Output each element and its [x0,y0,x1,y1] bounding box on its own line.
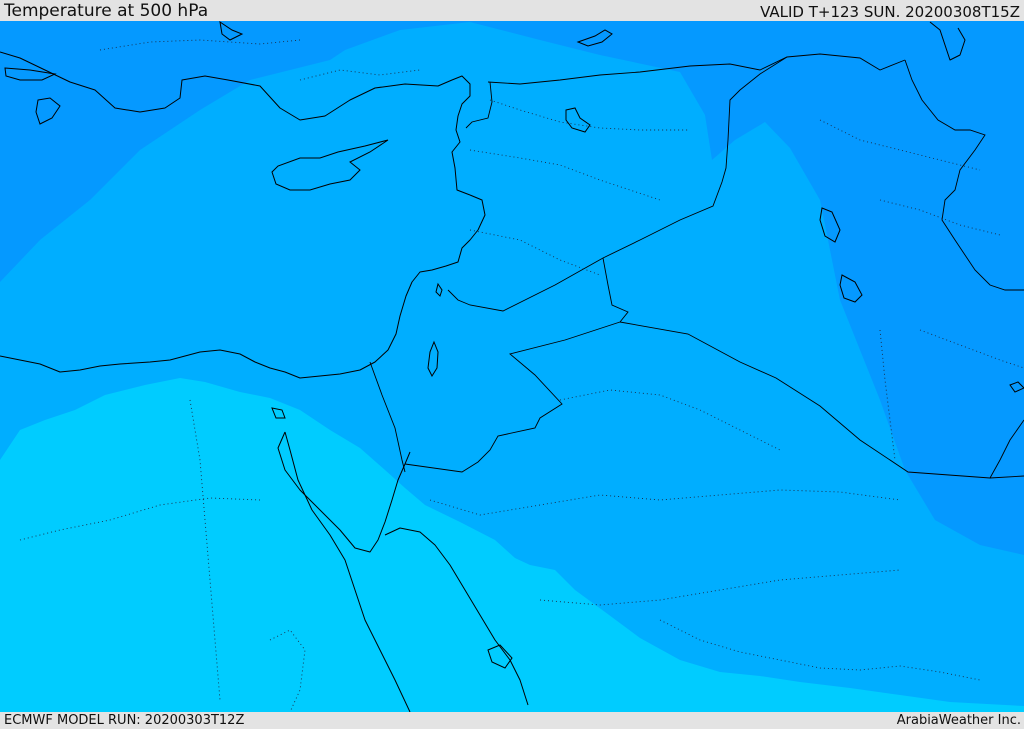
forecast-map-view: Temperature at 500 hPa VALID T+123 SUN. … [0,0,1024,729]
valid-time: VALID T+123 SUN. 20200308T15Z [760,3,1020,21]
footer-bar: ECMWF MODEL RUN: 20200303T12Z ArabiaWeat… [0,712,1024,729]
credit-text: ArabiaWeather Inc. [896,713,1021,728]
header-bar: Temperature at 500 hPa VALID T+123 SUN. … [0,0,1024,21]
map-title: Temperature at 500 hPa [4,1,209,21]
model-run: ECMWF MODEL RUN: 20200303T12Z [4,713,245,728]
temperature-map [0,21,1024,712]
